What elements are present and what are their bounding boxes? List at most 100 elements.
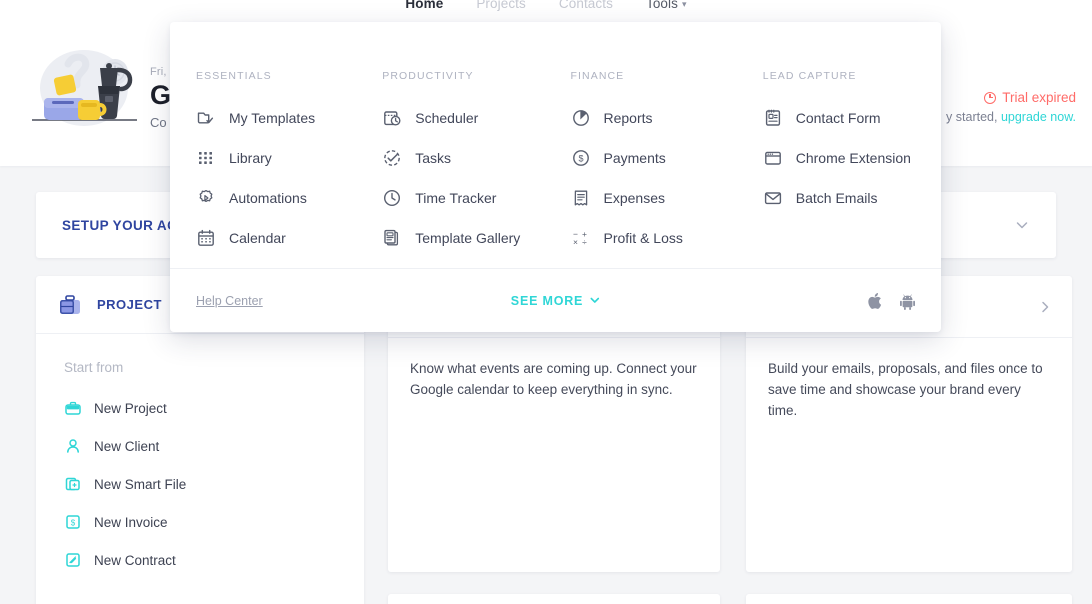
tools-item-time-tracker[interactable]: Time Tracker: [382, 178, 560, 218]
breakfast-illustration: [22, 46, 147, 138]
chevron-down-icon: [590, 297, 599, 303]
clock-icon: [984, 91, 997, 104]
tools-item-label: Calendar: [229, 230, 286, 246]
quick-create-list: New Project New Client New Smart File $ …: [36, 375, 364, 579]
nav-item-projects[interactable]: Projects: [476, 0, 526, 11]
folder-check-icon: [196, 108, 216, 128]
tools-item-expenses[interactable]: Expenses: [571, 178, 749, 218]
tools-item-label: Chrome Extension: [795, 150, 911, 166]
resources-card: RESOURCES Video tutorials: [388, 594, 720, 604]
smart-file-icon: [64, 475, 82, 493]
resources-card-header[interactable]: RESOURCES: [388, 594, 720, 604]
contact-form-icon: [763, 108, 783, 128]
chevron-down-icon: ▾: [681, 0, 687, 9]
receipt-icon: [571, 188, 591, 208]
top-navigation: Home Projects Contacts Tools ▾: [0, 0, 1092, 18]
projects-card-title: PROJECT: [97, 297, 162, 312]
upgrade-now-link[interactable]: upgrade now.: [1001, 110, 1076, 124]
tools-item-library[interactable]: Library: [196, 138, 374, 178]
quick-item-new-project[interactable]: New Project: [64, 389, 364, 427]
tools-column-heading: LEAD CAPTURE: [762, 70, 857, 82]
chevron-right-icon[interactable]: [1038, 300, 1052, 314]
setup-account-title: SETUP YOUR AC: [62, 217, 178, 233]
tools-item-tasks[interactable]: Tasks: [382, 138, 560, 178]
quick-item-new-contract[interactable]: New Contract: [64, 541, 364, 579]
dollar-circle-icon: $: [571, 148, 591, 168]
android-icon[interactable]: [900, 292, 915, 310]
quick-item-label: New Project: [94, 400, 167, 416]
help-center-link[interactable]: Help Center: [196, 294, 263, 308]
calculator-icon: − + × ÷: [571, 228, 591, 248]
tools-item-template-gallery[interactable]: Template Gallery: [382, 218, 560, 258]
quick-item-new-invoice[interactable]: $ New Invoice: [64, 503, 364, 541]
tools-item-label: Expenses: [603, 190, 665, 206]
envelope-icon: [763, 188, 783, 208]
bookkeeping-card: BOOKKEEPING: [746, 594, 1072, 604]
calendar-clock-icon: [382, 108, 402, 128]
document-stack-icon: [382, 228, 402, 248]
tools-item-label: Profit & Loss: [603, 230, 683, 246]
trial-note: y started, upgrade now.: [946, 110, 1076, 124]
tools-column-essentials: ESSENTIALS My Templates Library Automati…: [196, 70, 374, 258]
quick-item-label: New Contract: [94, 552, 176, 568]
tools-item-automations[interactable]: Automations: [196, 178, 374, 218]
tools-item-label: Payments: [603, 150, 666, 166]
tools-item-contact-form[interactable]: Contact Form: [763, 98, 941, 138]
quick-item-new-client[interactable]: New Client: [64, 427, 364, 465]
chevron-down-icon[interactable]: [1014, 217, 1030, 233]
tools-item-batch-emails[interactable]: Batch Emails: [763, 178, 941, 218]
pie-chart-icon: [571, 108, 591, 128]
calendar-icon: [196, 228, 216, 248]
greeting-title: G: [150, 80, 171, 110]
invoice-icon: $: [64, 513, 82, 531]
nav-item-home[interactable]: Home: [405, 0, 443, 11]
nav-item-tools[interactable]: Tools ▾: [646, 0, 687, 11]
tools-item-scheduler[interactable]: Scheduler: [382, 98, 560, 138]
svg-text:$: $: [71, 518, 76, 527]
tools-item-label: Batch Emails: [795, 190, 878, 206]
app-store-links: [867, 292, 915, 310]
tools-item-label: Template Gallery: [415, 230, 521, 246]
tools-column-heading: ESSENTIALS: [196, 70, 272, 82]
tools-item-label: Time Tracker: [415, 190, 497, 206]
templates-card-body: Build your emails, proposals, and files …: [768, 361, 1043, 418]
trial-expired-status: Trial expired: [946, 90, 1076, 105]
calendar-card-body: Know what events are coming up. Connect …: [410, 361, 697, 397]
tools-item-label: Library: [229, 150, 272, 166]
briefcase-icon: [56, 291, 84, 319]
tools-item-reports[interactable]: Reports: [571, 98, 749, 138]
tools-column-lead-capture: LEAD CAPTURE Contact Form Chrome Extensi…: [763, 70, 941, 258]
tools-item-calendar[interactable]: Calendar: [196, 218, 374, 258]
greeting-date: Fri,: [150, 66, 167, 78]
tools-item-payments[interactable]: $ Payments: [571, 138, 749, 178]
tools-column-finance: FINANCE Reports $ Payments Expenses − + …: [571, 70, 749, 258]
clock-icon: [382, 188, 402, 208]
svg-text:×: ×: [573, 237, 578, 247]
start-from-label: Start from: [64, 360, 124, 375]
tools-item-chrome-extension[interactable]: Chrome Extension: [763, 138, 941, 178]
tools-item-label: My Templates: [229, 110, 316, 126]
quick-item-new-smart-file[interactable]: New Smart File: [64, 465, 364, 503]
nav-item-contacts[interactable]: Contacts: [559, 0, 613, 11]
browser-window-icon: [763, 148, 783, 168]
svg-text:÷: ÷: [582, 237, 587, 247]
greeting-subtitle: Co: [150, 115, 167, 130]
tools-item-label: Scheduler: [415, 110, 479, 126]
tools-column-heading: PRODUCTIVITY: [382, 70, 474, 82]
contract-icon: [64, 551, 82, 569]
apple-icon[interactable]: [867, 292, 882, 310]
tools-column-productivity: PRODUCTIVITY Scheduler Tasks Time Tracke…: [382, 70, 560, 258]
quick-item-label: New Invoice: [94, 514, 168, 530]
see-more-button[interactable]: SEE MORE: [511, 294, 600, 308]
tools-item-profit-and-loss[interactable]: − + × ÷ Profit & Loss: [571, 218, 749, 258]
briefcase-icon: [64, 399, 82, 417]
tools-item-label: Tasks: [415, 150, 452, 166]
check-circle-icon: [382, 148, 402, 168]
quick-item-label: New Client: [94, 438, 160, 454]
trial-status-block: Trial expired y started, upgrade now.: [946, 90, 1076, 124]
tools-dropdown-columns: ESSENTIALS My Templates Library Automati…: [170, 22, 941, 258]
bookkeeping-card-header[interactable]: BOOKKEEPING: [746, 594, 1072, 604]
tools-item-my-templates[interactable]: My Templates: [196, 98, 374, 138]
person-icon: [64, 437, 82, 455]
quick-item-label: New Smart File: [94, 476, 187, 492]
